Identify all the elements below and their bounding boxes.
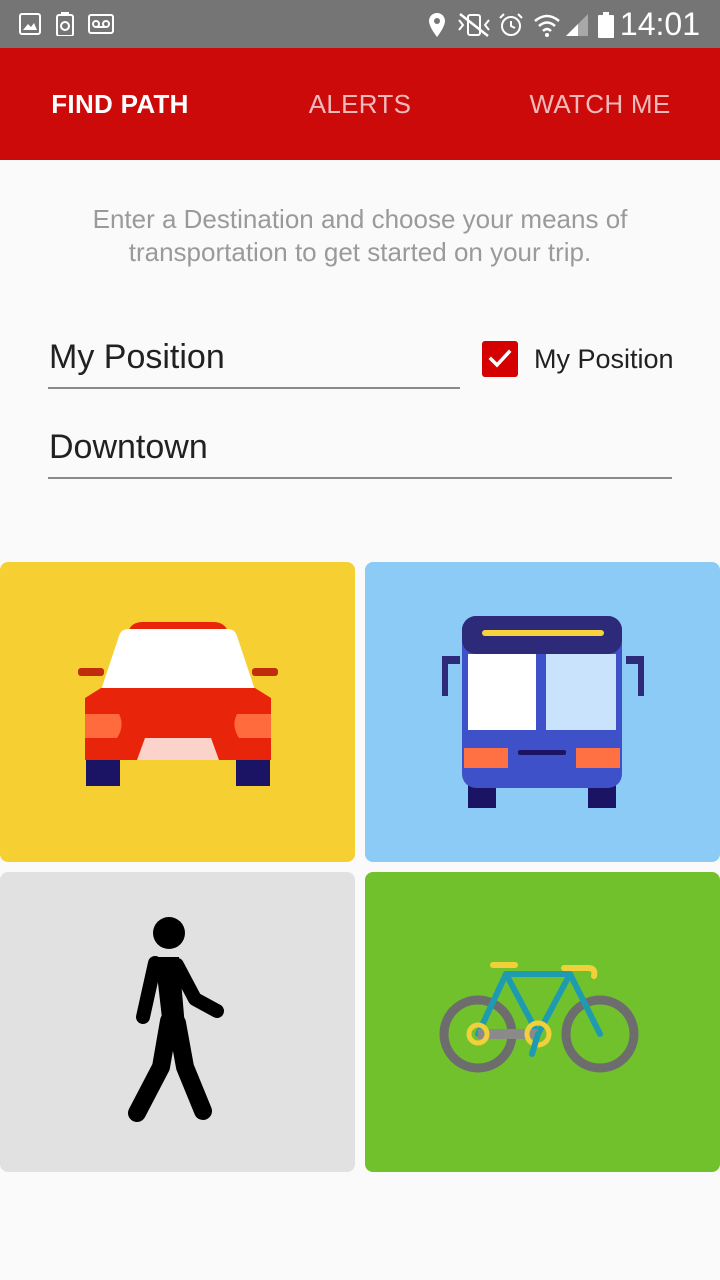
bus-mode-button[interactable]	[365, 562, 720, 862]
tab-bar: FIND PATH ALERTS WATCH ME	[0, 48, 720, 160]
car-mode-button[interactable]	[0, 562, 355, 862]
bike-mode-button[interactable]	[365, 872, 720, 1172]
bus-icon	[441, 616, 644, 808]
status-bar: 14:01	[0, 0, 720, 48]
clock: 14:01	[619, 6, 700, 42]
mute-icon	[458, 13, 490, 37]
checkmark-icon	[488, 349, 512, 368]
my-position-checkbox-row[interactable]: My Position	[482, 340, 674, 378]
tab-watch-me[interactable]: WATCH ME	[480, 48, 720, 160]
battery-saver-notification-icon	[56, 12, 74, 36]
tab-find-path[interactable]: FIND PATH	[0, 48, 240, 160]
car-icon	[77, 622, 278, 786]
pedestrian-icon	[127, 917, 224, 1122]
tab-alerts[interactable]: ALERTS	[240, 48, 480, 160]
battery-icon	[598, 12, 614, 38]
wifi-icon	[534, 14, 560, 37]
origin-input[interactable]: My Position	[48, 338, 460, 389]
cell-signal-icon	[566, 14, 588, 36]
location-icon	[429, 13, 445, 37]
gallery-notification-icon	[19, 13, 41, 35]
alarm-icon	[499, 13, 523, 36]
walk-mode-button[interactable]	[0, 872, 355, 1172]
intro-text: Enter a Destination and choose your mean…	[92, 204, 628, 267]
my-position-label: My Position	[534, 343, 674, 374]
destination-input[interactable]: Downtown	[48, 428, 672, 479]
my-position-checkbox[interactable]	[482, 341, 518, 377]
bicycle-icon	[439, 962, 638, 1073]
voicemail-notification-icon	[88, 14, 114, 34]
